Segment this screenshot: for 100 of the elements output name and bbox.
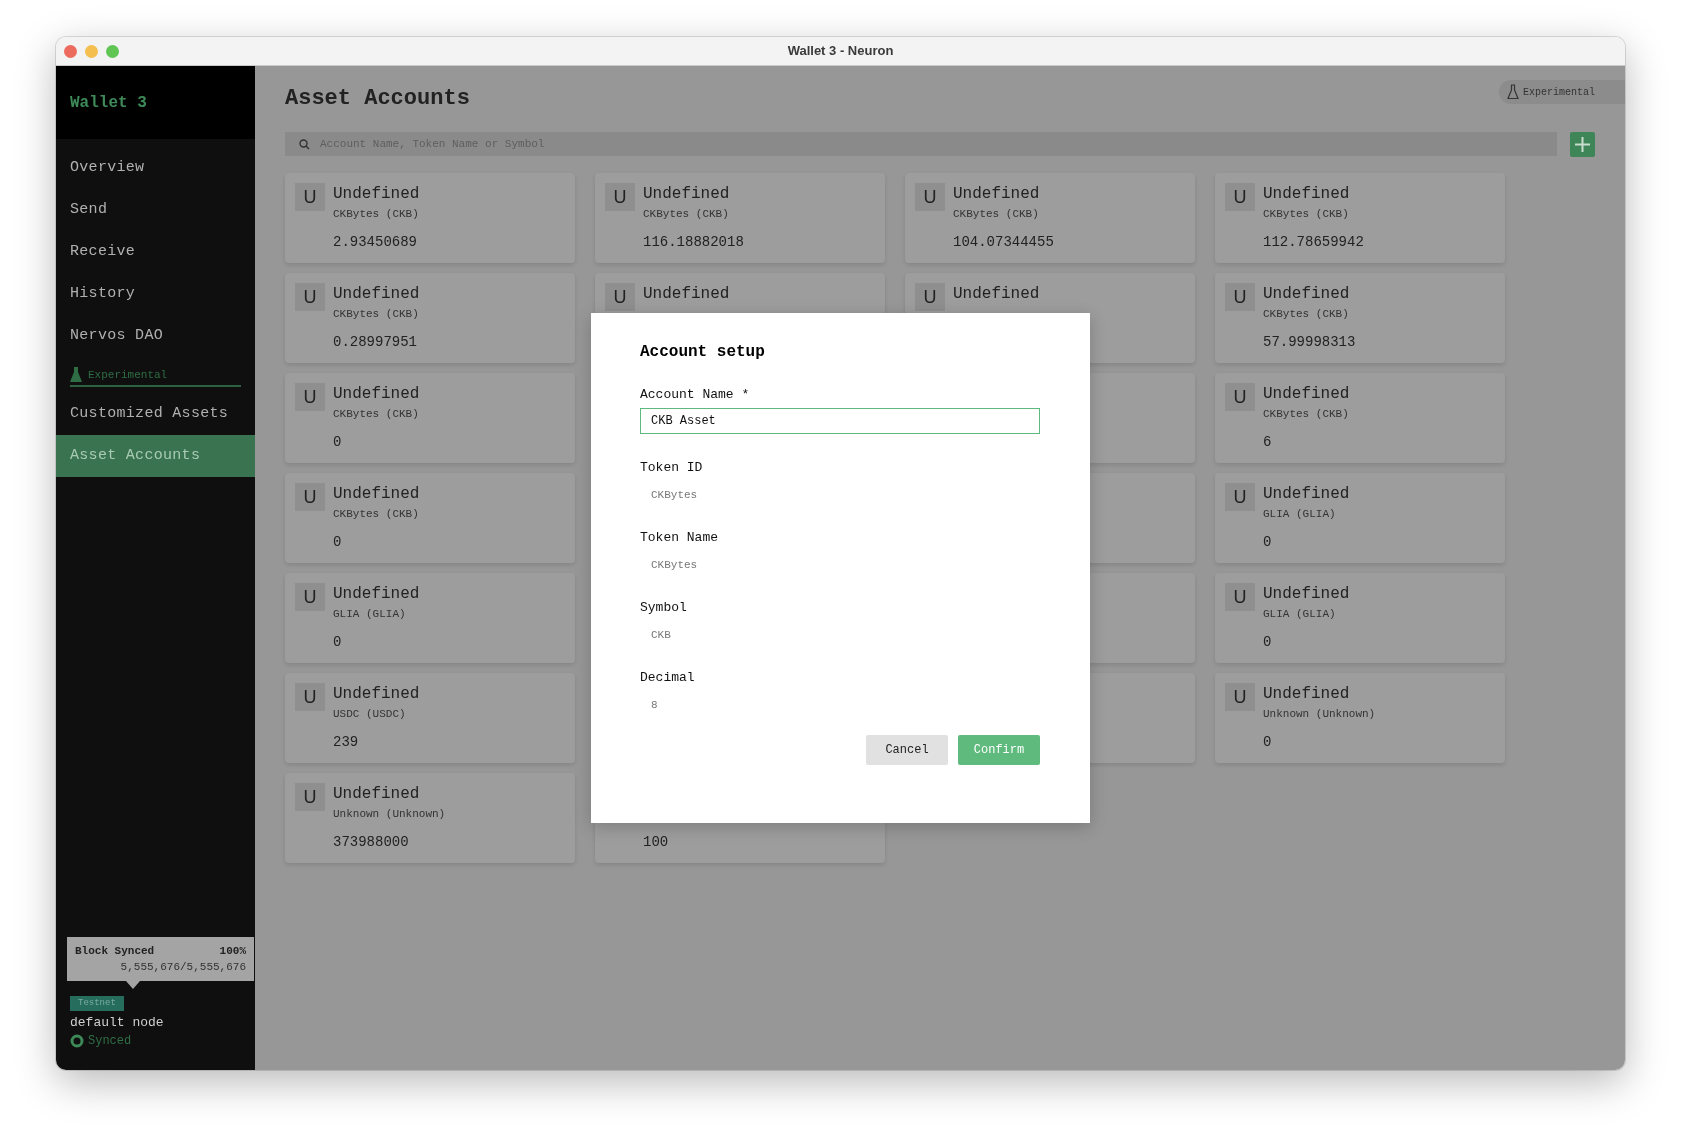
token-name: GLIA (GLIA) [1263,607,1336,622]
flask-icon [1507,84,1519,100]
token-name: CKBytes (CKB) [333,307,419,322]
asset-card[interactable]: U Undefined GLIA (GLIA) 0 [285,573,575,663]
account-name: Undefined [1263,284,1350,305]
account-name: Undefined [333,284,420,305]
asset-card[interactable]: U Undefined CKBytes (CKB) 104.07344455 [905,173,1195,263]
token-avatar: U [1225,283,1255,311]
account-name: Undefined [643,184,730,205]
asset-card[interactable]: U Undefined CKBytes (CKB) 57.99998313 [1215,273,1505,363]
asset-card[interactable]: U Undefined CKBytes (CKB) 0 [285,473,575,563]
account-name: Undefined [1263,184,1350,205]
token-name: CKBytes (CKB) [333,407,419,422]
token-name: CKBytes (CKB) [333,207,419,222]
network-badge: Testnet [70,995,124,1011]
balance: 0 [333,533,342,552]
account-name-field[interactable]: CKB Asset [640,407,1040,434]
nav-item[interactable]: History [56,273,255,315]
account-name: Undefined [953,184,1040,205]
token-name: CKBytes (CKB) [953,207,1039,222]
nav-item[interactable]: Asset Accounts [56,435,255,477]
balance: 0 [333,633,342,652]
token-avatar: U [1225,183,1255,211]
asset-card[interactable]: U Undefined GLIA (GLIA) 0 [1215,473,1505,563]
token-name: GLIA (GLIA) [1263,507,1336,522]
sync-status: Synced [88,1033,132,1050]
account-name: Undefined [1263,584,1350,605]
close-button[interactable] [64,45,77,58]
token-name: Unknown (Unknown) [1263,707,1376,722]
asset-card[interactable]: U Undefined CKBytes (CKB) 112.78659942 [1215,173,1505,263]
block-count: 5,555,676/5,555,676 [119,960,246,975]
token-avatar: U [605,183,635,211]
account-name: Undefined [333,184,420,205]
status-ring-icon [70,1034,84,1048]
field-label: Token Name [640,528,719,547]
add-button[interactable] [1570,131,1595,157]
token-name: CKBytes (CKB) [643,207,729,222]
token-avatar: U [295,483,325,511]
asset-card[interactable]: U Undefined Unknown (Unknown) 0 [1215,673,1505,763]
page-title: Asset Accounts [285,85,470,113]
token-name: CKBytes (CKB) [1263,407,1349,422]
token-avatar: U [295,783,325,811]
plus-icon [1574,135,1591,153]
balance: 116.18882018 [643,233,744,252]
nav-item[interactable]: Overview [56,147,255,189]
token-name: CKBytes (CKB) [1263,207,1349,222]
token-avatar: U [295,383,325,411]
search-icon [299,138,310,150]
balance: 2.93450689 [333,233,417,252]
token-avatar: U [1225,383,1255,411]
asset-card[interactable]: U Undefined GLIA (GLIA) 0 [1215,573,1505,663]
balance: 0 [1263,733,1272,752]
balance: 0.28997951 [333,333,417,352]
token-name: CKBytes (CKB) [333,507,419,522]
token-name: USDC (USDC) [333,707,406,722]
field-label: Symbol [640,598,688,617]
balance: 239 [333,733,359,752]
asset-card[interactable]: U Undefined CKBytes (CKB) 2.93450689 [285,173,575,263]
asset-card[interactable]: U Undefined CKBytes (CKB) 0 [285,373,575,463]
balance: 100 [643,833,669,852]
asset-card[interactable]: U Undefined CKBytes (CKB) 116.18882018 [595,173,885,263]
token-avatar: U [295,683,325,711]
token-avatar: U [1225,483,1255,511]
field-value: CKBytes [650,558,699,574]
token-avatar: U [1225,583,1255,611]
account-name: Undefined [333,784,420,805]
asset-card[interactable]: U Undefined CKBytes (CKB) 0.28997951 [285,273,575,363]
token-avatar: U [915,183,945,211]
nav-item[interactable]: Send [56,189,255,231]
asset-card[interactable]: U Undefined Unknown (Unknown) 373988000 [285,773,575,863]
nav-item[interactable]: Nervos DAO [56,315,255,357]
balance: 0 [1263,633,1272,652]
balance: 373988000 [333,833,409,852]
token-avatar: U [295,583,325,611]
balance: 104.07344455 [953,233,1054,252]
minimize-button[interactable] [85,45,98,58]
section-label: Experimental [88,367,168,383]
balance: 57.99998313 [1263,333,1356,352]
window-title: Wallet 3 - Neuron [787,42,894,61]
token-avatar: U [295,183,325,211]
field-label: Account Name * [640,386,751,405]
field-label: Decimal [640,668,696,687]
experimental-button[interactable]: Experimental [1499,80,1625,104]
zoom-button[interactable] [106,45,119,58]
token-name: Unknown (Unknown) [333,807,446,822]
token-avatar: U [915,283,945,311]
asset-card[interactable]: U Undefined CKBytes (CKB) 6 [1215,373,1505,463]
wallet-name: Wallet 3 [70,92,147,114]
cancel-button[interactable]: Cancel [866,734,948,765]
account-name: Undefined [333,484,420,505]
asset-card[interactable]: U Undefined USDC (USDC) 239 [285,673,575,763]
dialog-title: Account setup [640,343,766,363]
account-name: Undefined [953,284,1040,305]
token-avatar: U [295,283,325,311]
nav-item[interactable]: Receive [56,231,255,273]
nav-item[interactable]: Customized Assets [56,393,255,435]
account-name: Undefined [1263,484,1350,505]
field-value: 8 [650,698,659,714]
field-value: CKBytes [650,488,699,504]
token-avatar: U [1225,683,1255,711]
